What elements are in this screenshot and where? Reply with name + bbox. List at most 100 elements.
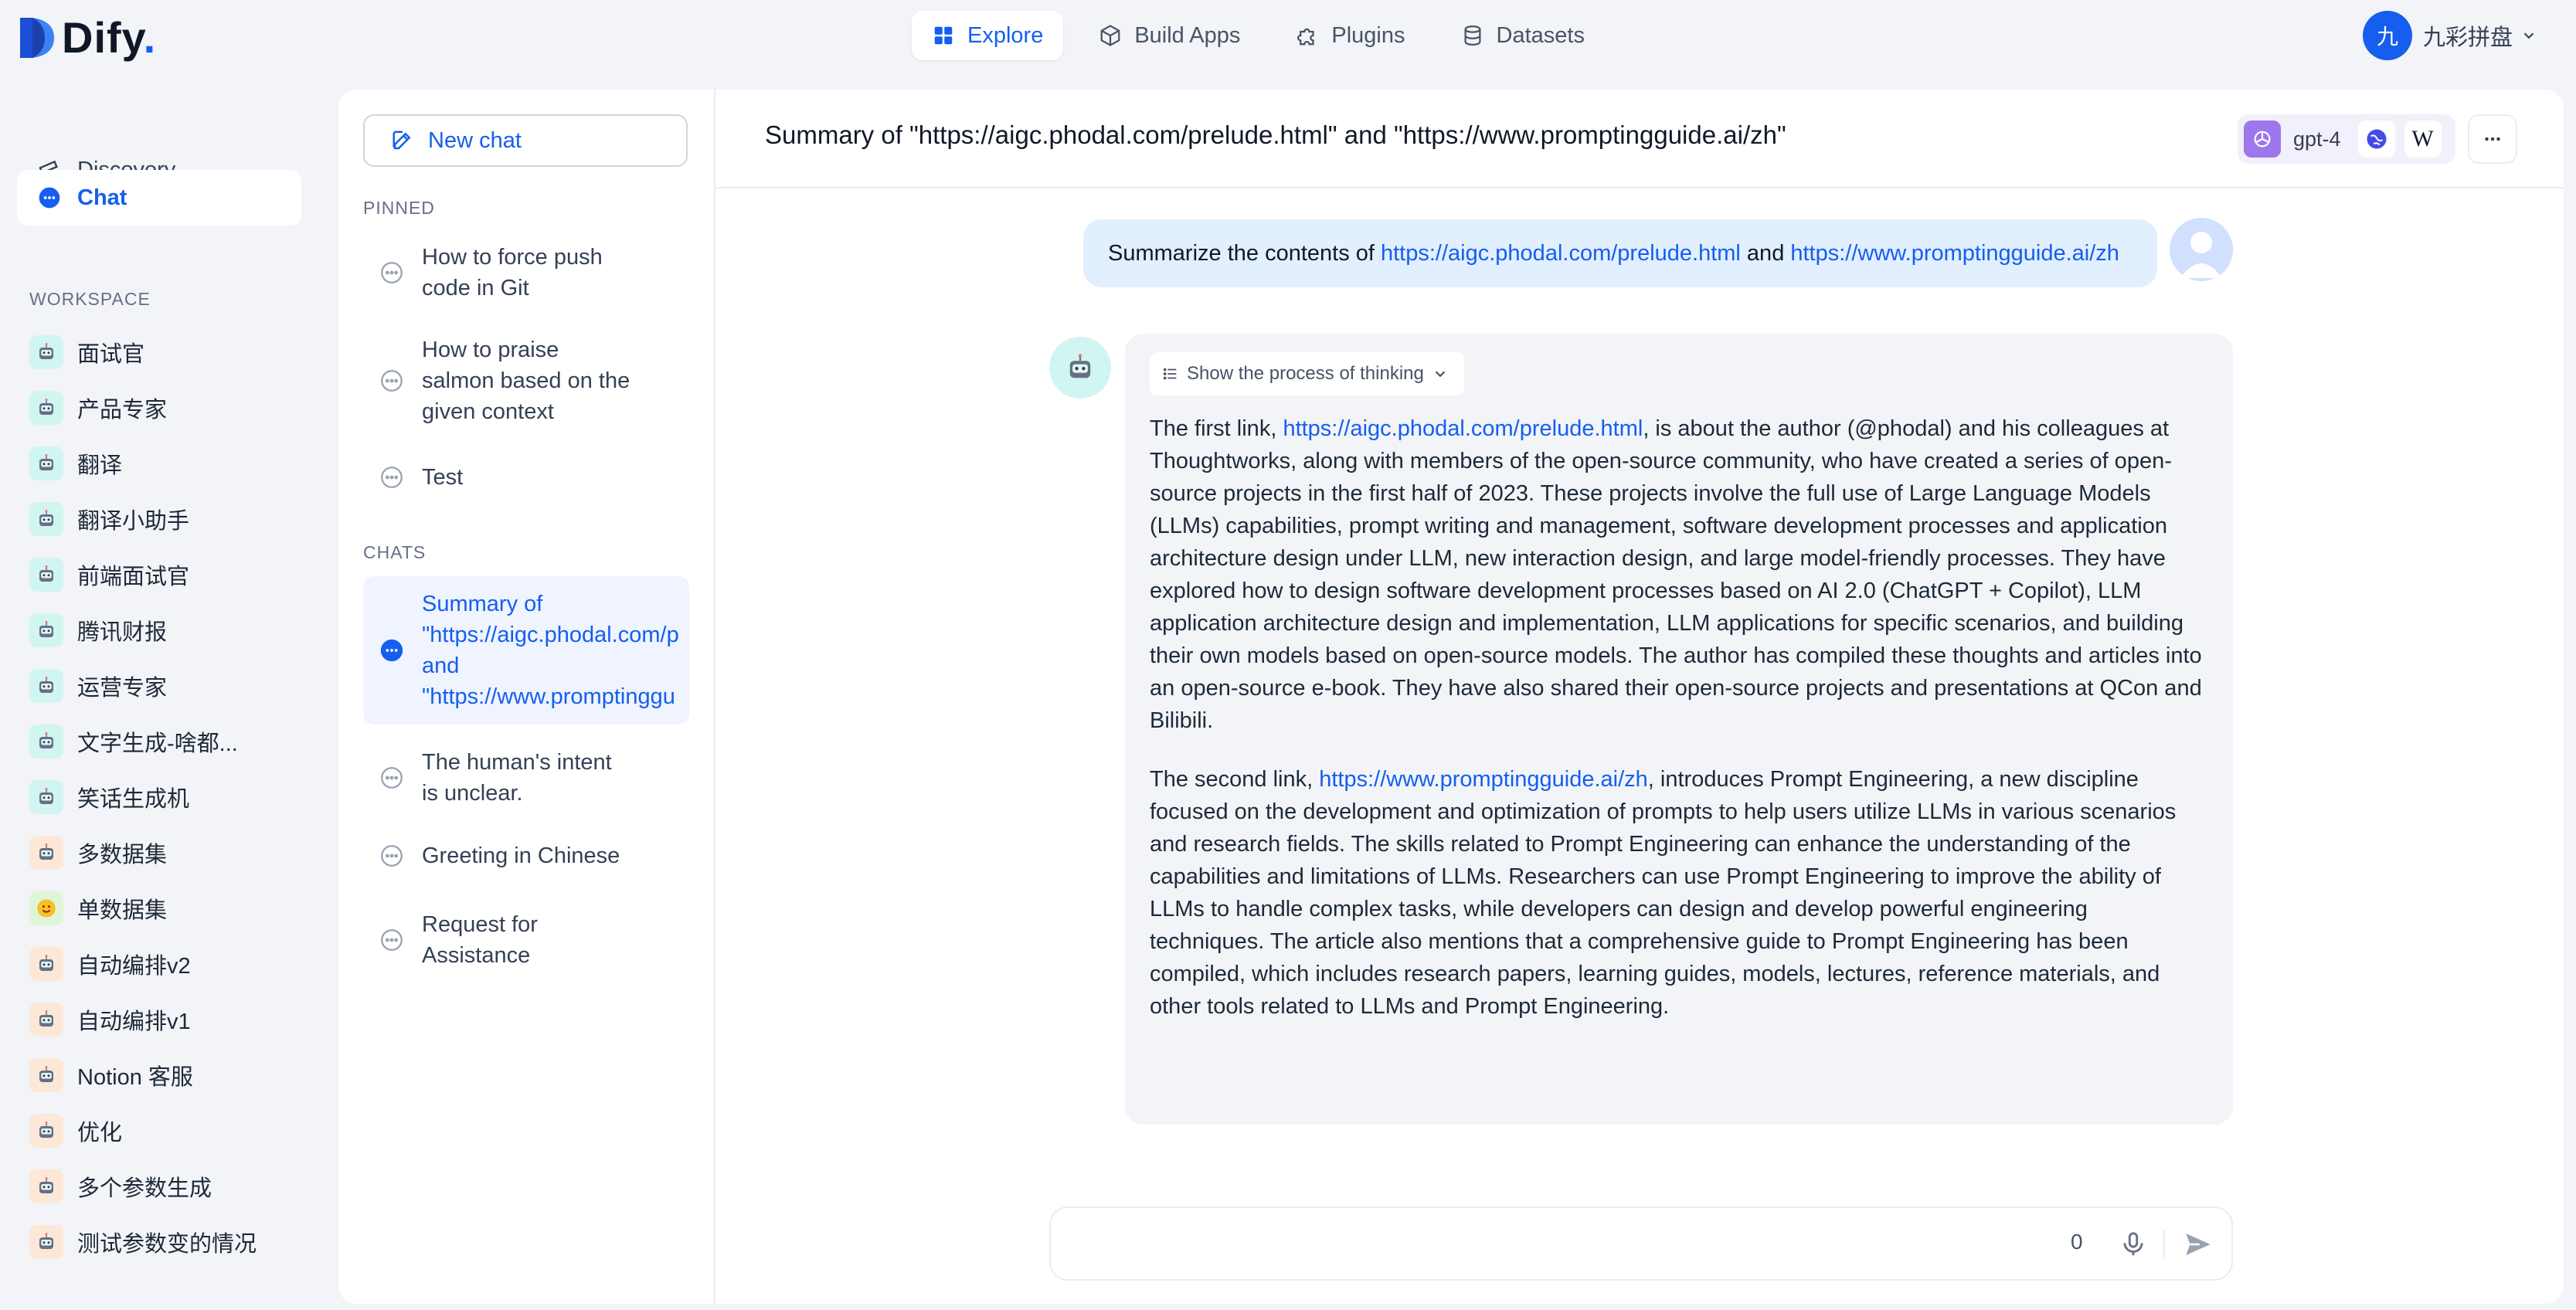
- chat-outline-icon: [381, 370, 403, 392]
- dify-logo[interactable]: Dify.: [19, 12, 156, 63]
- sidebar-item-chat[interactable]: Chat: [17, 170, 301, 226]
- conversation-list: New chat PINNED How to force push code i…: [338, 90, 715, 1304]
- chat-header: Summary of "https://aigc.phodal.com/prel…: [715, 90, 2564, 188]
- conversation-item[interactable]: Greeting in Chinese: [363, 833, 689, 879]
- workspace-app-item[interactable]: 运营专家: [29, 666, 167, 706]
- reply-link-1[interactable]: https://aigc.phodal.com/prelude.html: [1283, 416, 1643, 441]
- openai-icon: [2244, 120, 2281, 158]
- database-icon: [1464, 25, 1480, 46]
- grid-icon: [934, 26, 953, 45]
- chat-outline-icon: [381, 929, 403, 951]
- nav-explore-label: Explore: [967, 22, 1044, 48]
- workspace-app-label: 优化: [77, 1121, 123, 1145]
- workspace-app-label: 前端面试官: [77, 565, 190, 589]
- workspace-app-item[interactable]: 翻译小助手: [29, 499, 189, 539]
- nav-build-apps[interactable]: Build Apps: [1079, 11, 1260, 60]
- workspace-app-label: 测试参数变的情况: [77, 1232, 257, 1257]
- list-icon: [1163, 368, 1177, 380]
- workspace-app-label: 自动编排v2: [77, 954, 191, 979]
- workspace-app-item[interactable]: 产品专家: [29, 388, 167, 428]
- user-menu[interactable]: 九 九彩拼盘: [2362, 11, 2537, 60]
- chat-bubble-icon: [36, 184, 63, 212]
- workspace-app-label: 多个参数生成: [77, 1176, 212, 1201]
- chat-area: Summary of "https://aigc.phodal.com/prel…: [715, 90, 2564, 1304]
- model-name: gpt-4: [2293, 127, 2341, 151]
- send-icon[interactable]: [2182, 1228, 2214, 1261]
- puzzle-icon: [1297, 28, 1314, 46]
- dify-logo-icon: [20, 17, 54, 58]
- workspace-app-item[interactable]: 测试参数变的情况: [29, 1222, 257, 1262]
- robot-icon: [29, 836, 63, 870]
- robot-icon: [29, 613, 63, 647]
- robot-icon: [29, 558, 63, 592]
- conversation-title: Test: [422, 465, 464, 490]
- workspace-app-item[interactable]: 前端面试官: [29, 555, 189, 595]
- workspace-app-item[interactable]: 自动编排v2: [29, 944, 191, 984]
- workspace-app-item[interactable]: 腾讯财报: [29, 610, 167, 650]
- robot-icon: [29, 391, 63, 425]
- robot-icon: [29, 725, 63, 759]
- user-name: 九彩拼盘: [2422, 25, 2513, 50]
- workspace-app-label: 笑话生成机: [77, 787, 190, 812]
- chats-label: CHATS: [363, 542, 427, 562]
- workspace-app-item[interactable]: Notion 客服: [29, 1055, 193, 1095]
- workspace-app-item[interactable]: 笑话生成机: [29, 777, 189, 817]
- conversation-item[interactable]: How to force push code in Git: [363, 235, 689, 311]
- workspace-app-label: 翻译小助手: [77, 509, 190, 534]
- chat-outline-icon: [381, 262, 403, 283]
- conversation-item-active[interactable]: Summary of "https://aigc.phodal.com/p an…: [363, 576, 689, 725]
- nav-plugins[interactable]: Plugins: [1276, 11, 1425, 60]
- conversation-item[interactable]: Request for Assistance: [363, 902, 689, 978]
- sidebar-item-label: Chat: [77, 185, 127, 210]
- workspace-app-item[interactable]: 翻译: [29, 443, 122, 484]
- robot-icon: [29, 446, 63, 480]
- left-sidebar: Discovery Chat WORKSPACE 面试官产品专家翻译翻译小助手前…: [0, 74, 332, 1310]
- new-chat-button[interactable]: New chat: [363, 114, 688, 167]
- nav-plugins-label: Plugins: [1331, 22, 1405, 48]
- nav-explore[interactable]: Explore: [912, 11, 1064, 60]
- chat-outline-icon: [381, 467, 403, 488]
- conversation-title: How to force push code in Git: [422, 245, 603, 300]
- workspace-app-item[interactable]: 多个参数生成: [29, 1166, 212, 1206]
- more-horizontal-icon: [2485, 137, 2500, 141]
- user-message-text: and: [1740, 240, 1791, 266]
- workspace-app-item[interactable]: 单数据集: [29, 888, 167, 928]
- conversation-title: Request for Assistance: [422, 912, 538, 968]
- nav-datasets[interactable]: Datasets: [1441, 11, 1605, 60]
- user-message-link-1[interactable]: https://aigc.phodal.com/prelude.html: [1381, 241, 1741, 266]
- robot-icon: [29, 1169, 63, 1203]
- bot-reply-paragraph-1: The first link, https://aigc.phodal.com/…: [1150, 416, 2202, 733]
- chat-title: Summary of "https://aigc.phodal.com/prel…: [765, 120, 1786, 149]
- robot-icon: [1069, 354, 1091, 378]
- nav-datasets-label: Datasets: [1496, 22, 1585, 48]
- microphone-icon[interactable]: [2119, 1230, 2148, 1259]
- workspace-title: WORKSPACE: [29, 289, 151, 309]
- workspace-app-item[interactable]: 面试官: [29, 332, 144, 372]
- robot-icon: [29, 1225, 63, 1259]
- conversation-item[interactable]: The human's intent is unclear.: [363, 740, 689, 816]
- workspace-app-label: 自动编排v1: [77, 1010, 191, 1034]
- robot-icon: [29, 1058, 63, 1092]
- workspace-app-label: 翻译: [77, 453, 123, 478]
- chevron-down-icon: [1435, 371, 1446, 378]
- robot-icon: [29, 947, 63, 981]
- workspace-app-item[interactable]: 多数据集: [29, 833, 167, 873]
- workspace-app-item[interactable]: 优化: [29, 1111, 122, 1151]
- workspace-app-item[interactable]: 文字生成-啥都...: [29, 721, 238, 762]
- nav-build-apps-label: Build Apps: [1134, 22, 1241, 48]
- message-input[interactable]: 0: [1049, 1206, 2233, 1281]
- model-selector[interactable]: gpt-4 W: [2238, 114, 2455, 164]
- reply-link-2[interactable]: https://www.promptingguide.ai/zh: [1319, 767, 1648, 792]
- workspace-app-item[interactable]: 自动编排v1: [29, 999, 191, 1040]
- show-thinking-toggle[interactable]: Show the process of thinking: [1150, 352, 1464, 395]
- more-options-button[interactable]: [2468, 114, 2517, 164]
- workspace-app-label: 单数据集: [77, 898, 168, 923]
- user-message-link-2[interactable]: https://www.promptingguide.ai/zh: [1790, 241, 2119, 266]
- workspace-app-label: 腾讯财报: [77, 620, 168, 645]
- pinned-label: PINNED: [363, 198, 435, 218]
- conversation-item[interactable]: How to praise salmon based on the given …: [363, 328, 689, 434]
- input-divider: [2163, 1230, 2165, 1259]
- conversation-item[interactable]: Test: [363, 454, 689, 501]
- user-message-text: Summarize the contents of: [1108, 240, 1381, 266]
- workspace-app-label: 文字生成-啥都...: [77, 731, 238, 756]
